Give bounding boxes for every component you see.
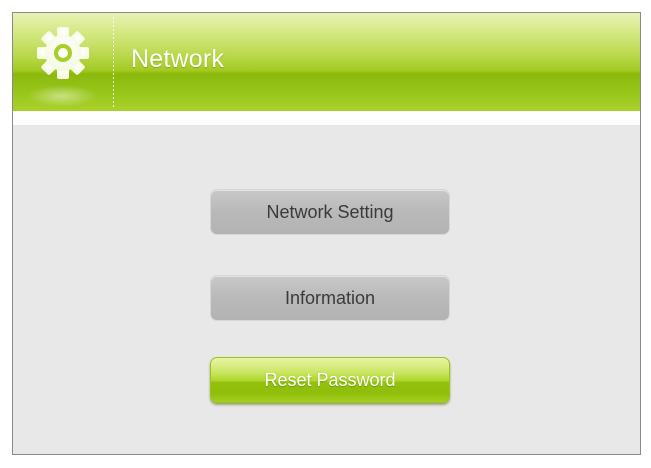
network-screen: Network Network Setting Information Rese… <box>12 12 641 455</box>
header-separator <box>13 111 640 125</box>
network-setting-label: Network Setting <box>266 201 394 222</box>
reset-password-label: Reset Password <box>264 369 396 390</box>
gear-reflection <box>27 85 97 107</box>
network-setting-button[interactable]: Network Setting <box>210 189 450 235</box>
gear-icon <box>35 25 91 81</box>
information-label: Information <box>284 287 376 308</box>
reset-password-button[interactable]: Reset Password <box>210 357 450 403</box>
header-divider <box>113 17 114 107</box>
page-title: Network <box>131 45 225 73</box>
header-gloss <box>13 13 640 71</box>
information-button[interactable]: Information <box>210 275 450 321</box>
header-bar: Network <box>13 13 640 111</box>
